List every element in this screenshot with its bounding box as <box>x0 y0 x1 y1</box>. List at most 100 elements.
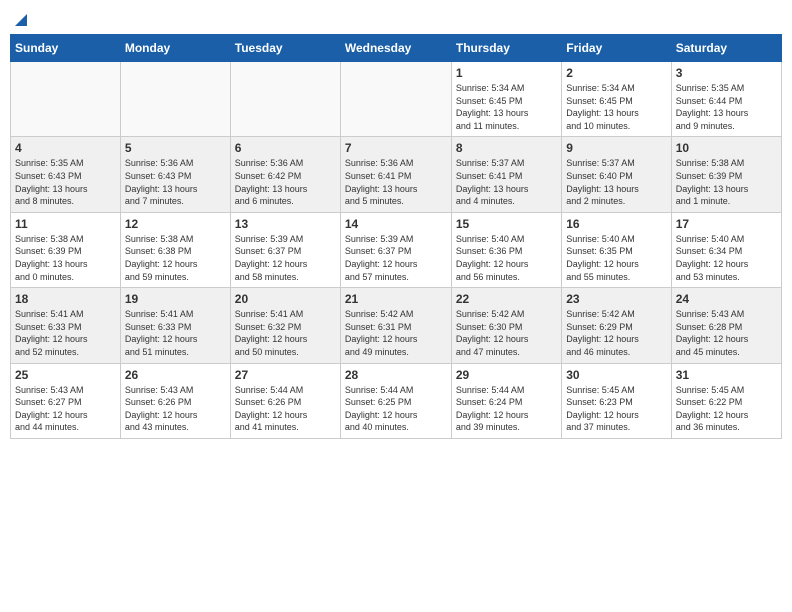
calendar-cell: 25Sunrise: 5:43 AM Sunset: 6:27 PM Dayli… <box>11 363 121 438</box>
calendar-cell: 8Sunrise: 5:37 AM Sunset: 6:41 PM Daylig… <box>451 137 561 212</box>
logo-text <box>10 10 30 28</box>
calendar-cell: 23 Sunrise: 5:42 AM Sunset: 6:29 PM Dayli… <box>562 288 671 363</box>
calendar-cell: 28 Sunrise: 5:44 AM Sunset: 6:25 PM Dayli… <box>340 363 451 438</box>
calendar-week-row: 25Sunrise: 5:43 AM Sunset: 6:27 PM Dayli… <box>11 363 782 438</box>
calendar-cell: 27 Sunrise: 5:44 AM Sunset: 6:26 PM Dayli… <box>230 363 340 438</box>
day-info: Sunrise: 5:43 AM Sunset: 6:26 PM Dayligh… <box>125 384 226 434</box>
day-number: 3 <box>676 66 777 80</box>
calendar-cell: 4Sunrise: 5:35 AM Sunset: 6:43 PM Daylig… <box>11 137 121 212</box>
day-number: 9 <box>566 141 666 155</box>
calendar-week-row: 4Sunrise: 5:35 AM Sunset: 6:43 PM Daylig… <box>11 137 782 212</box>
day-number: 13 <box>235 217 336 231</box>
day-info: Sunrise: 5:41 AM Sunset: 6:33 PM Dayligh… <box>125 308 226 358</box>
day-info: Sunrise: 5:42 AM Sunset: 6:29 PM Dayligh… <box>566 308 666 358</box>
calendar-cell: 10Sunrise: 5:38 AM Sunset: 6:39 PM Dayli… <box>671 137 781 212</box>
day-header-monday: Monday <box>120 35 230 62</box>
day-info: Sunrise: 5:42 AM Sunset: 6:30 PM Dayligh… <box>456 308 557 358</box>
day-number: 21 <box>345 292 447 306</box>
day-header-tuesday: Tuesday <box>230 35 340 62</box>
calendar-cell: 6 Sunrise: 5:36 AM Sunset: 6:42 PM Daylig… <box>230 137 340 212</box>
calendar-cell: 3 Sunrise: 5:35 AM Sunset: 6:44 PM Daylig… <box>671 62 781 137</box>
day-number: 5 <box>125 141 226 155</box>
calendar-cell: 24 Sunrise: 5:43 AM Sunset: 6:28 PM Dayli… <box>671 288 781 363</box>
calendar-cell: 14 Sunrise: 5:39 AM Sunset: 6:37 PM Dayli… <box>340 212 451 287</box>
day-info: Sunrise: 5:39 AM Sunset: 6:37 PM Dayligh… <box>235 233 336 283</box>
day-info: Sunrise: 5:35 AM Sunset: 6:43 PM Dayligh… <box>15 157 116 207</box>
day-number: 31 <box>676 368 777 382</box>
day-number: 17 <box>676 217 777 231</box>
day-info: Sunrise: 5:39 AM Sunset: 6:37 PM Dayligh… <box>345 233 447 283</box>
calendar-cell: 16 Sunrise: 5:40 AM Sunset: 6:35 PM Dayli… <box>562 212 671 287</box>
calendar-cell: 31 Sunrise: 5:45 AM Sunset: 6:22 PM Dayli… <box>671 363 781 438</box>
day-header-saturday: Saturday <box>671 35 781 62</box>
day-number: 24 <box>676 292 777 306</box>
calendar-header-row: SundayMondayTuesdayWednesdayThursdayFrid… <box>11 35 782 62</box>
calendar-cell: 9 Sunrise: 5:37 AM Sunset: 6:40 PM Daylig… <box>562 137 671 212</box>
page-header <box>10 10 782 28</box>
day-number: 28 <box>345 368 447 382</box>
day-info: Sunrise: 5:37 AM Sunset: 6:41 PM Dayligh… <box>456 157 557 207</box>
day-number: 26 <box>125 368 226 382</box>
calendar-cell <box>340 62 451 137</box>
day-info: Sunrise: 5:37 AM Sunset: 6:40 PM Dayligh… <box>566 157 666 207</box>
calendar-cell: 30 Sunrise: 5:45 AM Sunset: 6:23 PM Dayli… <box>562 363 671 438</box>
logo <box>10 10 30 28</box>
calendar-cell: 20Sunrise: 5:41 AM Sunset: 6:32 PM Dayli… <box>230 288 340 363</box>
day-info: Sunrise: 5:40 AM Sunset: 6:36 PM Dayligh… <box>456 233 557 283</box>
calendar-cell: 18 Sunrise: 5:41 AM Sunset: 6:33 PM Dayli… <box>11 288 121 363</box>
day-info: Sunrise: 5:45 AM Sunset: 6:23 PM Dayligh… <box>566 384 666 434</box>
logo-icon <box>12 10 30 28</box>
day-number: 27 <box>235 368 336 382</box>
day-number: 7 <box>345 141 447 155</box>
day-info: Sunrise: 5:40 AM Sunset: 6:34 PM Dayligh… <box>676 233 777 283</box>
day-info: Sunrise: 5:38 AM Sunset: 6:38 PM Dayligh… <box>125 233 226 283</box>
day-number: 15 <box>456 217 557 231</box>
day-number: 30 <box>566 368 666 382</box>
day-info: Sunrise: 5:36 AM Sunset: 6:42 PM Dayligh… <box>235 157 336 207</box>
day-number: 16 <box>566 217 666 231</box>
day-number: 18 <box>15 292 116 306</box>
day-info: Sunrise: 5:34 AM Sunset: 6:45 PM Dayligh… <box>456 82 557 132</box>
calendar-cell: 13 Sunrise: 5:39 AM Sunset: 6:37 PM Dayli… <box>230 212 340 287</box>
day-info: Sunrise: 5:44 AM Sunset: 6:25 PM Dayligh… <box>345 384 447 434</box>
calendar-week-row: 18 Sunrise: 5:41 AM Sunset: 6:33 PM Dayli… <box>11 288 782 363</box>
day-info: Sunrise: 5:38 AM Sunset: 6:39 PM Dayligh… <box>15 233 116 283</box>
calendar-cell <box>120 62 230 137</box>
day-number: 1 <box>456 66 557 80</box>
day-info: Sunrise: 5:43 AM Sunset: 6:27 PM Dayligh… <box>15 384 116 434</box>
day-info: Sunrise: 5:45 AM Sunset: 6:22 PM Dayligh… <box>676 384 777 434</box>
calendar-cell: 7 Sunrise: 5:36 AM Sunset: 6:41 PM Daylig… <box>340 137 451 212</box>
calendar-cell <box>11 62 121 137</box>
day-header-sunday: Sunday <box>11 35 121 62</box>
day-number: 11 <box>15 217 116 231</box>
calendar-cell: 19 Sunrise: 5:41 AM Sunset: 6:33 PM Dayli… <box>120 288 230 363</box>
day-info: Sunrise: 5:44 AM Sunset: 6:26 PM Dayligh… <box>235 384 336 434</box>
day-header-thursday: Thursday <box>451 35 561 62</box>
day-info: Sunrise: 5:41 AM Sunset: 6:33 PM Dayligh… <box>15 308 116 358</box>
calendar-cell: 29 Sunrise: 5:44 AM Sunset: 6:24 PM Dayli… <box>451 363 561 438</box>
calendar-cell: 22 Sunrise: 5:42 AM Sunset: 6:30 PM Dayli… <box>451 288 561 363</box>
day-number: 23 <box>566 292 666 306</box>
calendar-cell: 1 Sunrise: 5:34 AM Sunset: 6:45 PM Daylig… <box>451 62 561 137</box>
day-info: Sunrise: 5:35 AM Sunset: 6:44 PM Dayligh… <box>676 82 777 132</box>
day-number: 12 <box>125 217 226 231</box>
day-info: Sunrise: 5:42 AM Sunset: 6:31 PM Dayligh… <box>345 308 447 358</box>
day-info: Sunrise: 5:36 AM Sunset: 6:41 PM Dayligh… <box>345 157 447 207</box>
calendar-cell: 21 Sunrise: 5:42 AM Sunset: 6:31 PM Dayli… <box>340 288 451 363</box>
calendar-cell: 15 Sunrise: 5:40 AM Sunset: 6:36 PM Dayli… <box>451 212 561 287</box>
calendar-cell <box>230 62 340 137</box>
day-number: 6 <box>235 141 336 155</box>
calendar-cell: 17 Sunrise: 5:40 AM Sunset: 6:34 PM Dayli… <box>671 212 781 287</box>
day-number: 29 <box>456 368 557 382</box>
calendar-week-row: 1 Sunrise: 5:34 AM Sunset: 6:45 PM Daylig… <box>11 62 782 137</box>
calendar-cell: 5Sunrise: 5:36 AM Sunset: 6:43 PM Daylig… <box>120 137 230 212</box>
calendar-table: SundayMondayTuesdayWednesdayThursdayFrid… <box>10 34 782 439</box>
day-info: Sunrise: 5:43 AM Sunset: 6:28 PM Dayligh… <box>676 308 777 358</box>
day-number: 14 <box>345 217 447 231</box>
day-number: 22 <box>456 292 557 306</box>
day-number: 20 <box>235 292 336 306</box>
day-number: 19 <box>125 292 226 306</box>
day-info: Sunrise: 5:40 AM Sunset: 6:35 PM Dayligh… <box>566 233 666 283</box>
calendar-cell: 2Sunrise: 5:34 AM Sunset: 6:45 PM Daylig… <box>562 62 671 137</box>
day-info: Sunrise: 5:44 AM Sunset: 6:24 PM Dayligh… <box>456 384 557 434</box>
